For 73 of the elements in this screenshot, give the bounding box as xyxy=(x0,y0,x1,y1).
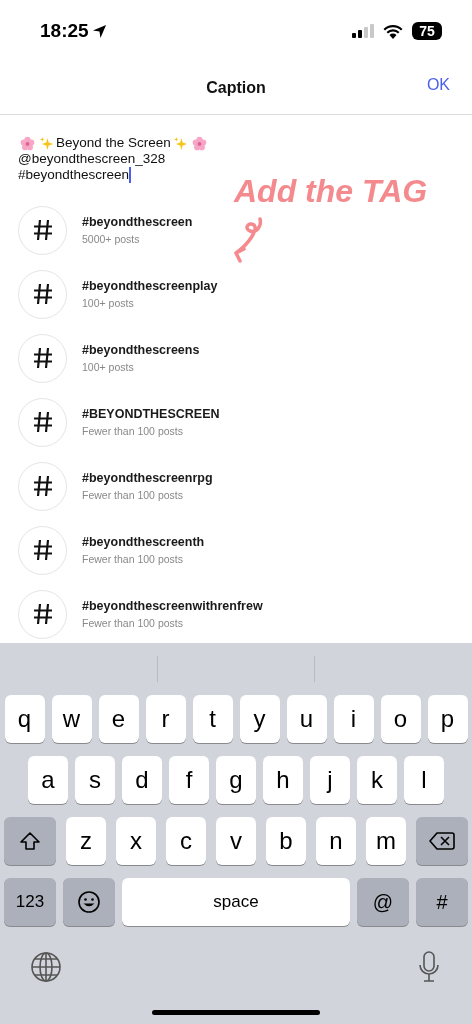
numbers-key[interactable]: 123 xyxy=(4,878,56,926)
post-count: 100+ posts xyxy=(82,361,135,373)
letter-key[interactable]: m xyxy=(366,817,406,865)
letter-key[interactable]: n xyxy=(316,817,356,865)
post-count: Fewer than 100 posts xyxy=(82,489,184,501)
space-key[interactable]: space xyxy=(122,878,350,926)
delete-icon xyxy=(429,831,455,851)
location-arrow-icon xyxy=(91,23,107,39)
emoji-icon xyxy=(77,890,101,914)
letter-key[interactable]: e xyxy=(98,695,139,743)
shift-key[interactable] xyxy=(4,817,56,865)
letter-key[interactable]: r xyxy=(145,695,186,743)
caption-text: Beyond the Screen xyxy=(56,135,171,151)
wifi-icon xyxy=(383,23,403,39)
letter-key[interactable]: o xyxy=(380,695,421,743)
letter-key[interactable]: j xyxy=(310,756,350,804)
letter-key[interactable]: q xyxy=(4,695,45,743)
globe-icon[interactable] xyxy=(30,951,62,983)
hashtag-name: #beyondthescreenth xyxy=(82,535,205,549)
flower-icon xyxy=(20,135,35,151)
signal-icon xyxy=(352,24,374,38)
letter-key[interactable]: d xyxy=(122,756,162,804)
status-time: 18:25 xyxy=(40,20,89,42)
letter-key[interactable]: a xyxy=(28,756,68,804)
letter-key[interactable]: x xyxy=(116,817,156,865)
sparkles-icon xyxy=(39,135,54,151)
caption-text: #beyondthescreen xyxy=(18,167,130,183)
letter-key[interactable]: i xyxy=(333,695,374,743)
post-count: Fewer than 100 posts xyxy=(82,425,184,437)
hashtag-name: #beyondthescreenwithrenfrew xyxy=(82,599,263,613)
post-count: Fewer than 100 posts xyxy=(82,553,184,565)
microphone-icon[interactable] xyxy=(418,951,440,983)
letter-key[interactable]: y xyxy=(239,695,280,743)
hashtag-name: #BEYONDTHESCREEN xyxy=(82,407,220,421)
letter-key[interactable]: t xyxy=(192,695,233,743)
shift-icon xyxy=(19,831,41,851)
hashtag-name: #beyondthescreenrpg xyxy=(82,471,213,485)
text-cursor xyxy=(129,167,132,183)
post-count: 5000+ posts xyxy=(82,233,141,245)
post-count: 100+ posts xyxy=(82,297,135,309)
letter-key[interactable]: s xyxy=(75,756,115,804)
letter-key[interactable]: k xyxy=(357,756,397,804)
letter-key[interactable]: u xyxy=(286,695,327,743)
letter-key[interactable]: p xyxy=(427,695,468,743)
hashtag-suggestion[interactable]: #BEYONDTHESCREEN Fewer than 100 posts xyxy=(18,398,454,446)
hashtag-suggestion[interactable]: #beyondthescreenwithrenfrew Fewer than 100 posts xyxy=(18,590,454,638)
hashtag-suggestion[interactable]: #beyondthescreenth Fewer than 100 posts xyxy=(18,526,454,574)
hashtag-suggestion[interactable]: #beyondthescreenplay 100+ posts xyxy=(18,270,454,318)
battery-indicator: 75 xyxy=(412,22,442,40)
sparkles-icon xyxy=(172,135,188,151)
letter-key[interactable]: b xyxy=(266,817,306,865)
letter-key[interactable]: h xyxy=(263,756,303,804)
hashtag-suggestion[interactable]: #beyondthescreenrpg Fewer than 100 posts xyxy=(18,462,454,510)
post-count: Fewer than 100 posts xyxy=(82,617,184,629)
letter-key[interactable]: l xyxy=(404,756,444,804)
letter-key[interactable]: w xyxy=(51,695,92,743)
emoji-key[interactable] xyxy=(63,878,115,926)
flower-icon xyxy=(191,135,207,151)
caption-text: @beyondthescreen_328 xyxy=(18,151,166,167)
letter-key[interactable]: v xyxy=(216,817,256,865)
letter-key[interactable]: g xyxy=(216,756,256,804)
letter-key[interactable]: z xyxy=(66,817,106,865)
screen-title: Caption xyxy=(206,79,266,97)
symbol-key[interactable]: @ xyxy=(357,878,409,926)
hashtag-name: #beyondthescreens xyxy=(82,343,200,357)
hashtag-name: #beyondthescreen xyxy=(82,215,193,229)
ok-button[interactable]: OK xyxy=(426,76,450,94)
hashtag-suggestion[interactable]: #beyondthescreens 100+ posts xyxy=(18,334,454,382)
symbol-key[interactable]: # xyxy=(416,878,468,926)
letter-key[interactable]: c xyxy=(166,817,206,865)
delete-key[interactable] xyxy=(416,817,468,865)
letter-key[interactable]: f xyxy=(169,756,209,804)
hashtag-name: #beyondthescreenplay xyxy=(82,279,218,293)
